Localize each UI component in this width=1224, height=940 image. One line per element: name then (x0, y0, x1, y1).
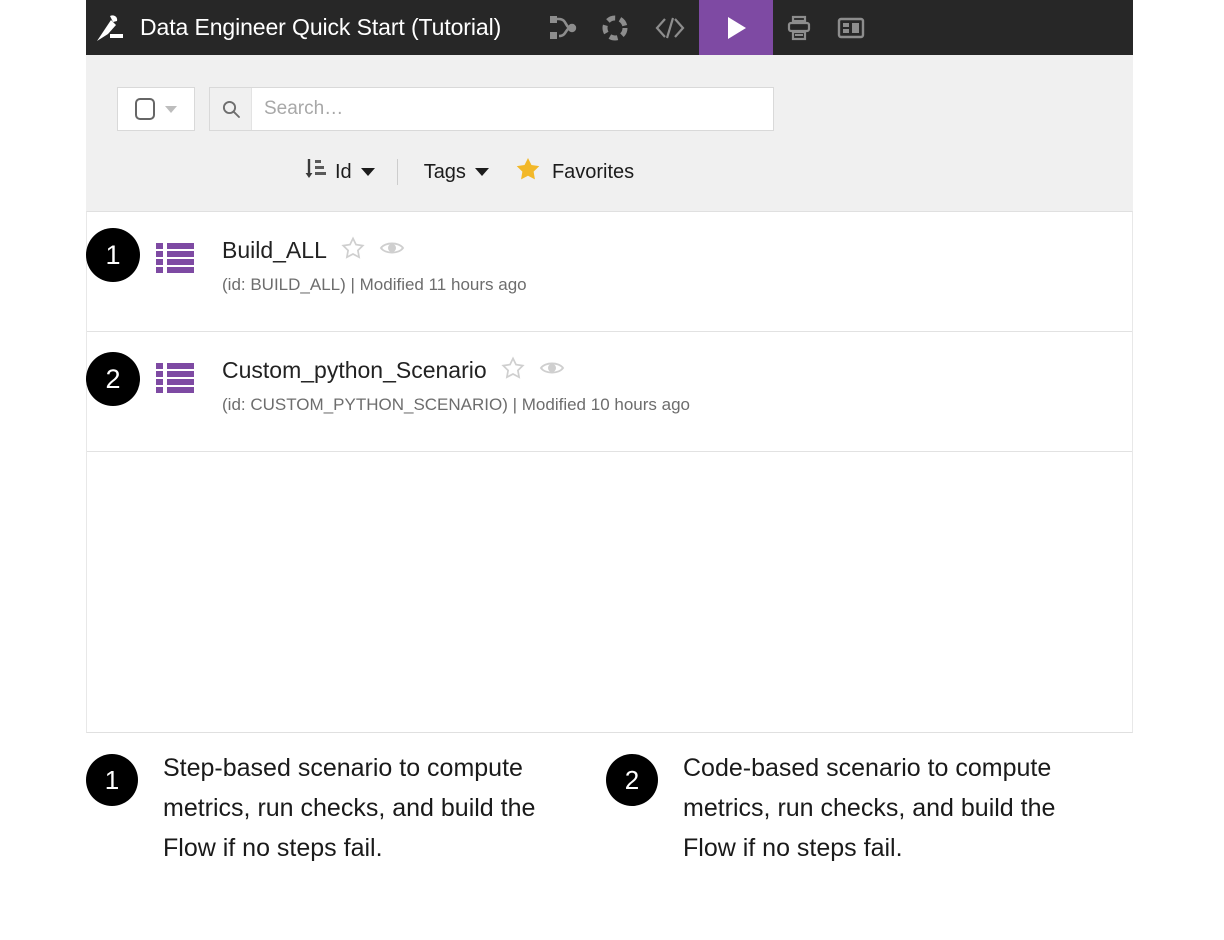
chevron-down-icon[interactable] (360, 168, 375, 176)
scenario-meta: (id: CUSTOM_PYTHON_SCENARIO) | Modified … (222, 395, 690, 414)
filter-toolbar: Id Tags Favorites (304, 151, 634, 193)
star-outline-icon[interactable] (501, 355, 525, 385)
table-row[interactable]: Custom_python_Scenario (id: CUSTOM_PYTHO… (87, 332, 1132, 452)
caption-1: 1 Step-based scenario to compute metrics… (86, 748, 606, 868)
app-panel: Data Engineer Quick Start (Tutorial) Sea… (86, 0, 1133, 733)
callout-badge-1: 1 (86, 228, 140, 282)
sort-by-label: Id (335, 160, 352, 183)
favorites-filter-label: Favorites (551, 160, 635, 183)
top-bar: Data Engineer Quick Start (Tutorial) (86, 0, 1133, 55)
caption-badge-1: 1 (86, 754, 138, 806)
select-all-dropdown[interactable] (117, 87, 195, 131)
scenario-steps-icon (156, 362, 198, 399)
caption-2: 2 Code-based scenario to compute metrics… (606, 748, 1126, 868)
eye-icon[interactable] (379, 238, 405, 263)
magnifier-icon (210, 88, 252, 130)
code-icon[interactable] (641, 0, 699, 55)
scenario-name[interactable]: Build_ALL (222, 237, 327, 264)
sort-descending-icon (304, 157, 326, 187)
caption-text-1: Step-based scenario to compute metrics, … (163, 754, 536, 862)
sort-by-control[interactable]: Id (304, 157, 375, 187)
topbar-icon-group (537, 0, 877, 55)
dataiku-bird-logo-icon[interactable] (86, 0, 132, 55)
tags-filter-control[interactable]: Tags (424, 161, 489, 184)
row-text-block: Custom_python_Scenario (id: CUSTOM_PYTHO… (222, 354, 690, 415)
callout-badge-2: 2 (86, 352, 140, 406)
search-box[interactable] (209, 87, 774, 131)
caption-area: 1 Step-based scenario to compute metrics… (86, 748, 1146, 868)
gear-dashed-icon[interactable] (589, 0, 641, 55)
row-text-block: Build_ALL (id: BUILD_ALL) | Modified 11 … (222, 234, 527, 295)
scenario-list: Build_ALL (id: BUILD_ALL) | Modified 11 … (86, 211, 1133, 733)
checkbox-unchecked-icon[interactable] (135, 98, 155, 120)
toolbar-divider (396, 159, 398, 185)
search-toolbar-area: Id Tags Favorites (86, 55, 1133, 211)
print-icon[interactable] (773, 0, 825, 55)
flow-icon[interactable] (537, 0, 589, 55)
table-row[interactable]: Build_ALL (id: BUILD_ALL) | Modified 11 … (87, 212, 1132, 332)
layout-panel-icon[interactable] (825, 0, 877, 55)
caption-badge-2: 2 (606, 754, 658, 806)
scenario-name[interactable]: Custom_python_Scenario (222, 357, 487, 384)
scenario-meta: (id: BUILD_ALL) | Modified 11 hours ago (222, 275, 527, 294)
chevron-down-icon[interactable] (474, 168, 489, 176)
favorites-filter-control[interactable]: Favorites (515, 156, 634, 188)
star-filled-icon (515, 156, 541, 188)
run-play-icon[interactable] (699, 0, 774, 55)
row-title-line: Build_ALL (222, 234, 527, 266)
star-outline-icon[interactable] (341, 235, 365, 265)
eye-icon[interactable] (539, 358, 565, 383)
scenario-steps-icon (156, 242, 198, 279)
page-title: Data Engineer Quick Start (Tutorial) (140, 14, 502, 40)
caption-text-2: Code-based scenario to compute metrics, … (683, 754, 1056, 862)
row-title-line: Custom_python_Scenario (222, 354, 690, 386)
chevron-down-icon[interactable] (165, 105, 177, 113)
tags-filter-label: Tags (423, 160, 466, 183)
search-input[interactable] (252, 88, 773, 130)
search-row (117, 87, 774, 131)
